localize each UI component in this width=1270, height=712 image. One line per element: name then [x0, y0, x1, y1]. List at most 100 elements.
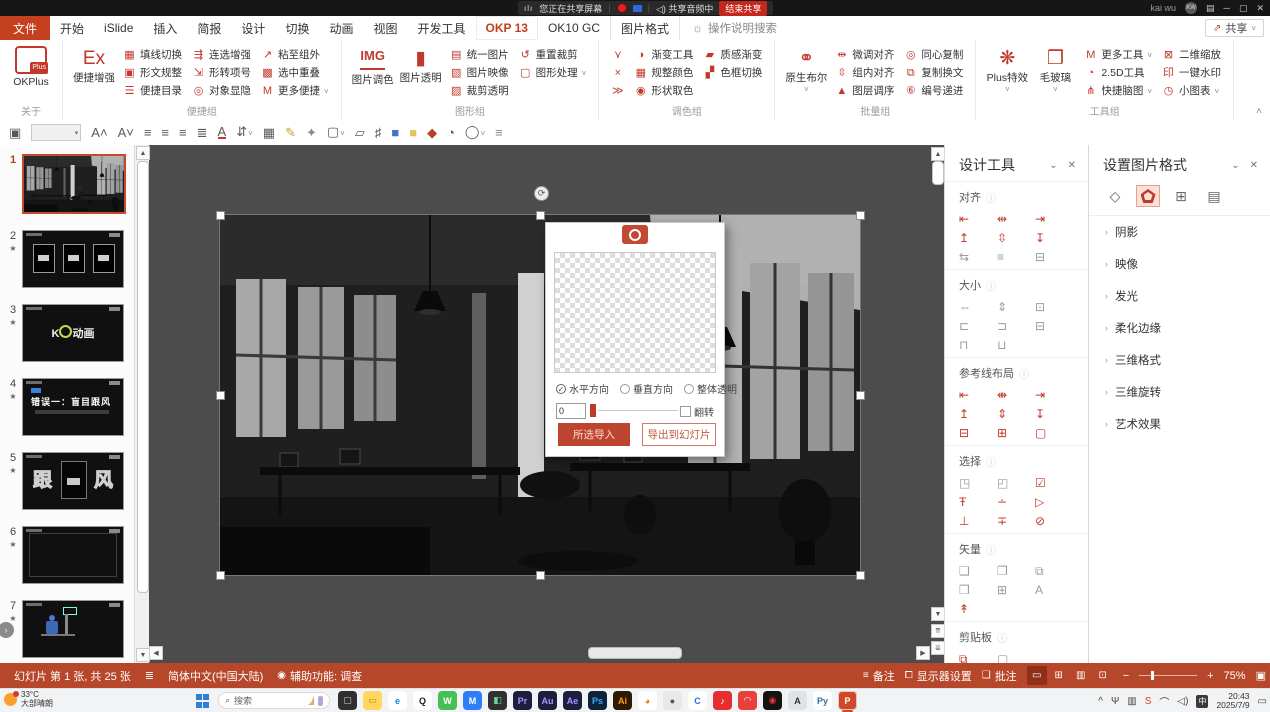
ribbon-item[interactable]: ▧图片映像: [450, 67, 509, 80]
clock[interactable]: 20:432025/7/9: [1216, 692, 1249, 710]
scrollbar-thumb[interactable]: [588, 647, 682, 659]
guide-frame-icon[interactable]: ▢: [1035, 427, 1073, 439]
menu-tab-6[interactable]: 切换: [275, 16, 319, 40]
ribbon-item[interactable]: ▢图形处理˅: [519, 67, 587, 80]
ribbon-item[interactable]: ⑥编号递进: [904, 85, 963, 98]
canvas-horizontal-scrollbar[interactable]: ◀ ▶: [148, 645, 930, 659]
comments-button[interactable]: ❑批注: [982, 668, 1017, 684]
ribbon-options-icon[interactable]: ▤: [1206, 3, 1215, 14]
taskbar-app-python[interactable]: Py: [813, 691, 832, 710]
same-width-icon[interactable]: ⇔: [959, 301, 997, 313]
taskbar-search[interactable]: ⌕ 搜索: [218, 692, 330, 709]
start-button[interactable]: [196, 694, 210, 708]
export-to-slide-button[interactable]: 导出到幻灯片: [642, 423, 716, 446]
guide-center-h-icon[interactable]: ⇕: [997, 408, 1035, 420]
justify-button[interactable]: ≣: [197, 126, 208, 140]
taskbar-app-wechat[interactable]: W: [438, 691, 457, 710]
camera-icon[interactable]: [633, 5, 642, 12]
vector-swap-icon[interactable]: ⧉: [1035, 565, 1073, 577]
zoom-in-button[interactable]: +: [1207, 670, 1213, 682]
same-size-icon[interactable]: ⊡: [1035, 301, 1073, 313]
slide-thumbnail[interactable]: 错误一：盲目跟风: [22, 378, 124, 436]
zoom-slider-thumb[interactable]: [1151, 671, 1154, 680]
thumbnail-scrollbar[interactable]: ▲ ▼: [134, 145, 149, 663]
zoom-level[interactable]: 75%: [1224, 670, 1246, 682]
notes-button[interactable]: ≡备注: [863, 668, 895, 684]
scroll-left-button[interactable]: ◀: [149, 646, 163, 660]
ribbon-item[interactable]: ⋎: [611, 49, 624, 62]
record-icon[interactable]: [617, 3, 627, 13]
select-down-icon[interactable]: ∓: [997, 515, 1035, 527]
align-center-button[interactable]: ≡: [161, 126, 169, 140]
previous-slide-button[interactable]: ⇈: [931, 624, 945, 638]
taskbar-app-blender[interactable]: ◕: [638, 691, 657, 710]
view-reading-button[interactable]: ▥: [1071, 666, 1091, 685]
font-size-combo[interactable]: ▾: [31, 124, 81, 141]
increase-font-button[interactable]: A˄: [91, 126, 107, 140]
resize-handle-ne[interactable]: [856, 211, 865, 220]
align-right-icon[interactable]: ⇥: [1035, 213, 1073, 225]
slide-image[interactable]: [220, 215, 860, 575]
guide-right-icon[interactable]: ⇥: [1035, 389, 1073, 401]
select-checked-icon[interactable]: ☑: [1035, 477, 1073, 489]
slide-thumbnail[interactable]: [22, 600, 124, 658]
vector-merge-icon[interactable]: ❒: [959, 584, 997, 596]
close-panel-button[interactable]: ✕: [1250, 160, 1258, 171]
import-selected-button[interactable]: 所选导入: [558, 423, 630, 446]
guide-grid-icon[interactable]: ⊞: [997, 427, 1035, 439]
collapse-panel-button[interactable]: ⌄: [1049, 160, 1057, 171]
vector-paste-icon[interactable]: ❐: [997, 565, 1035, 577]
menu-tab-4[interactable]: 简报: [187, 16, 231, 40]
flip-checkbox[interactable]: 翻转: [680, 404, 714, 419]
taskbar-app-c[interactable]: C: [688, 691, 707, 710]
resize-handle-nw[interactable]: [216, 211, 225, 220]
note-button[interactable]: ▱: [355, 126, 365, 140]
align-to-slide-icon[interactable]: ⊟: [1035, 251, 1073, 263]
collapse-panel-button[interactable]: ⌄: [1231, 160, 1239, 171]
ribbon-item[interactable]: ⧉复制换文: [904, 67, 963, 80]
resize-handle-se[interactable]: [856, 571, 865, 580]
language-status[interactable]: 简体中文(中国大陆): [168, 668, 263, 684]
view-slideshow-button[interactable]: ⊡: [1093, 666, 1113, 685]
size-properties-tab[interactable]: ⊞: [1169, 185, 1193, 207]
ribbon-item[interactable]: ▦规整颜色: [634, 67, 693, 80]
slider-track[interactable]: [598, 410, 678, 411]
scroll-right-button[interactable]: ▶: [916, 646, 930, 660]
dialog-handle[interactable]: [622, 225, 648, 244]
select-same-format-icon[interactable]: ◳: [959, 477, 997, 489]
effects-tab[interactable]: [1136, 185, 1160, 207]
ribbon-item[interactable]: ◉形状取色: [634, 85, 693, 98]
save-icon[interactable]: ▣: [9, 126, 21, 140]
fill-line-tab[interactable]: ◇: [1103, 185, 1127, 207]
ribbon-item[interactable]: ≫: [611, 85, 624, 98]
equalize-icon[interactable]: ⊟: [1035, 320, 1073, 332]
ribbon-item[interactable]: ⋔快捷脑图˅: [1084, 85, 1152, 98]
canvas-vertical-scrollbar[interactable]: ▲ ▼ ⇈ ⇊: [930, 145, 944, 663]
collapse-ribbon-button[interactable]: ˄: [1256, 106, 1262, 117]
tell-me-search[interactable]: ☼ 操作说明搜索: [680, 16, 777, 40]
menu-tab-11[interactable]: OK10 GC: [538, 16, 610, 40]
close-button[interactable]: ✕: [1256, 3, 1264, 14]
ribbon-item[interactable]: ▰质感渐变: [703, 49, 762, 62]
resize-handle-e[interactable]: [856, 391, 865, 400]
ribbon-big-item[interactable]: ❒毛玻璃˅: [1032, 46, 1078, 96]
ribbon-item[interactable]: 印一键水印: [1162, 67, 1221, 80]
ribbon-item[interactable]: ↗粘至组外: [261, 49, 329, 62]
line-spacing-button[interactable]: ⇵˅: [236, 125, 253, 141]
next-slide-button[interactable]: ⇊: [931, 641, 945, 655]
accessibility-status[interactable]: ◉辅助功能: 调查: [277, 668, 362, 684]
menu-tab-3[interactable]: 插入: [143, 16, 187, 40]
magic-wand-button[interactable]: ✦: [306, 126, 317, 140]
format-painter-button[interactable]: ✎: [285, 126, 296, 140]
tray-wifi-icon[interactable]: ⌒: [1159, 694, 1169, 709]
scroll-down-button[interactable]: ▼: [931, 607, 945, 621]
ribbon-item[interactable]: ×: [611, 67, 624, 80]
ribbon-item[interactable]: ⇹微调对齐: [835, 49, 894, 62]
taskbar-app-silver[interactable]: A: [788, 691, 807, 710]
shape-color-button[interactable]: ◯˅: [465, 125, 485, 141]
hash-button[interactable]: ♯: [375, 126, 382, 140]
avatar[interactable]: KW: [1185, 2, 1197, 14]
radio-option[interactable]: ✓水平方向: [556, 381, 609, 396]
ribbon-item[interactable]: ▤统一图片: [450, 49, 509, 62]
ribbon-item[interactable]: ◷小图表˅: [1162, 85, 1221, 98]
